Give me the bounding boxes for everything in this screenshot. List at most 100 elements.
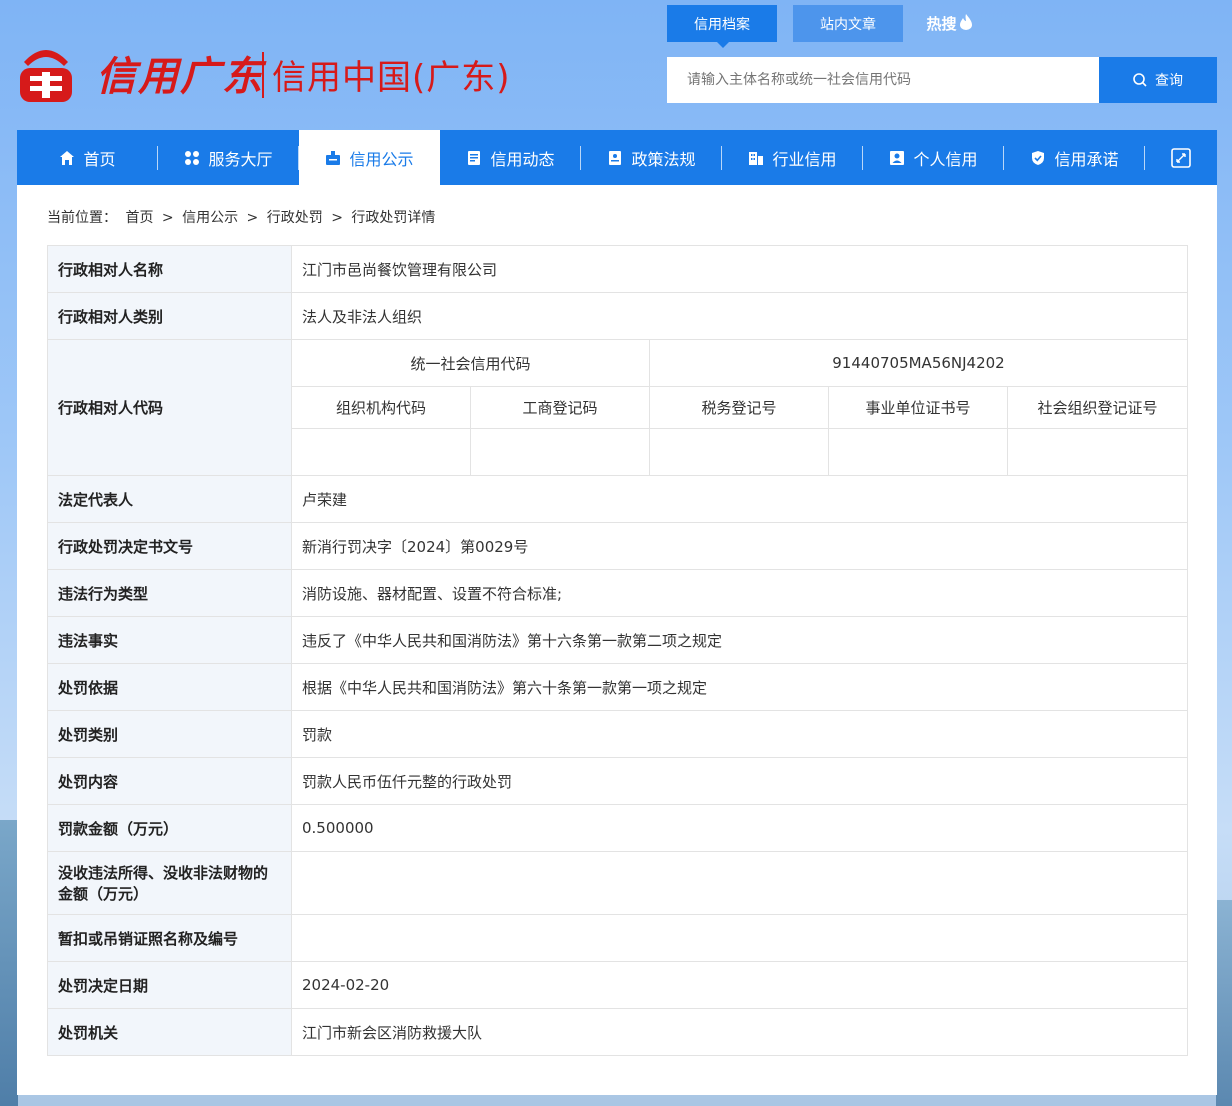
tab-hot-search[interactable]: 热搜 (919, 5, 979, 42)
nav-item-label: 信用公示 (349, 149, 414, 169)
shield-icon (1032, 150, 1045, 165)
breadcrumb-current: 行政处罚详情 (351, 210, 436, 226)
fullscreen-button[interactable] (1145, 130, 1217, 185)
subject-type-value: 法人及非法人组织 (291, 292, 1188, 340)
row-label: 违法事实 (47, 616, 292, 664)
table-row: 违法事实 违反了《中华人民共和国消防法》第十六条第一款第二项之规定 (47, 616, 1188, 664)
nav-item-label: 信用承诺 (1054, 149, 1119, 169)
code-value (470, 428, 650, 476)
search-button[interactable]: 查询 (1099, 57, 1217, 103)
code-value (649, 428, 829, 476)
home-icon (60, 150, 75, 165)
top-tabs: 信用档案 站内文章 热搜 (667, 5, 979, 48)
row-value: 2024-02-20 (291, 961, 1188, 1009)
table-row: 行政处罚决定书文号 新消行罚决字〔2024〕第0029号 (47, 522, 1188, 570)
breadcrumb-link-publicity[interactable]: 信用公示 (182, 210, 238, 226)
search-bar: 查询 (667, 57, 1217, 103)
detail-panel: 当前位置： 首页 > 信用公示 > 行政处罚 > 行政处罚详情 行政相对人名称 … (17, 185, 1217, 1095)
table-row: 暂扣或吊销证照名称及编号 (47, 914, 1188, 962)
row-label: 处罚依据 (47, 663, 292, 711)
row-label: 行政相对人类别 (47, 292, 292, 340)
code-header: 组织机构代码 (291, 386, 471, 429)
tab-site-articles[interactable]: 站内文章 (793, 5, 903, 42)
table-row: 没收违法所得、没收非法财物的金额（万元） (47, 851, 1188, 915)
row-label: 处罚类别 (47, 710, 292, 758)
brand-script-title: 信用广东 (96, 53, 264, 100)
nav-item-credit-news[interactable]: 信用动态 (440, 130, 581, 185)
nav-item-policy[interactable]: 政策法规 (581, 130, 722, 185)
nav-item-label: 信用动态 (490, 149, 555, 169)
code-value (828, 428, 1008, 476)
nav-item-label: 行业信用 (772, 149, 837, 169)
row-value: 江门市新会区消防救援大队 (291, 1008, 1188, 1056)
nav-item-service-hall[interactable]: 服务大厅 (158, 130, 299, 185)
row-value (291, 914, 1188, 962)
table-row: 处罚内容 罚款人民币伍仟元整的行政处罚 (47, 757, 1188, 805)
nav-item-credit-publicity[interactable]: 信用公示 (299, 130, 440, 185)
table-row: 处罚机关 江门市新会区消防救援大队 (47, 1008, 1188, 1056)
nav-item-industry-credit[interactable]: 行业信用 (722, 130, 863, 185)
search-icon (1133, 73, 1147, 87)
row-value: 罚款人民币伍仟元整的行政处罚 (291, 757, 1188, 805)
table-row: 法定代表人 卢荣建 (47, 475, 1188, 523)
uscc-header: 统一社会信用代码 (291, 339, 650, 387)
breadcrumb-prefix: 当前位置： (47, 210, 117, 226)
table-row: 罚款金额（万元） 0.500000 (47, 804, 1188, 852)
code-value (1007, 428, 1188, 476)
background-skyline-left (0, 820, 18, 1106)
row-value: 新消行罚决字〔2024〕第0029号 (291, 522, 1188, 570)
site-logo-icon[interactable] (16, 36, 76, 106)
breadcrumb-link-home[interactable]: 首页 (125, 210, 153, 226)
row-value: 消防设施、器材配置、设置不符合标准; (291, 569, 1188, 617)
row-value: 0.500000 (291, 804, 1188, 852)
tab-credit-archive[interactable]: 信用档案 (667, 5, 777, 48)
row-label: 法定代表人 (47, 475, 292, 523)
nav-item-label: 政策法规 (631, 149, 696, 169)
code-header: 工商登记码 (470, 386, 650, 429)
grid-icon (185, 150, 200, 165)
table-row: 处罚决定日期 2024-02-20 (47, 961, 1188, 1009)
news-icon (468, 150, 481, 165)
subject-name-value: 江门市邑尚餐饮管理有限公司 (291, 245, 1188, 293)
row-label: 行政处罚决定书文号 (47, 522, 292, 570)
search-input[interactable] (667, 57, 1099, 103)
document-icon (609, 150, 622, 165)
breadcrumb-link-penalty[interactable]: 行政处罚 (267, 210, 323, 226)
code-header: 税务登记号 (649, 386, 829, 429)
brand-divider (262, 52, 264, 98)
row-value (291, 851, 1188, 915)
penalty-detail-table: 行政相对人名称 江门市邑尚餐饮管理有限公司 行政相对人类别 法人及非法人组织 行… (47, 245, 1188, 1056)
building-icon (749, 151, 764, 165)
row-label: 处罚决定日期 (47, 961, 292, 1009)
table-row: 行政相对人名称 江门市邑尚餐饮管理有限公司 (47, 245, 1188, 293)
row-label: 处罚机关 (47, 1008, 292, 1056)
breadcrumb-sep: > (161, 210, 174, 226)
row-label: 罚款金额（万元） (47, 804, 292, 852)
row-label: 违法行为类型 (47, 569, 292, 617)
background-skyline-right (1216, 900, 1232, 1106)
table-row: 处罚类别 罚款 (47, 710, 1188, 758)
row-label: 没收违法所得、没收非法财物的金额（万元） (47, 851, 292, 915)
row-label: 处罚内容 (47, 757, 292, 805)
row-value: 违反了《中华人民共和国消防法》第十六条第一款第二项之规定 (291, 616, 1188, 664)
search-button-label: 查询 (1155, 73, 1183, 89)
bulletin-icon (326, 150, 341, 165)
row-value: 卢荣建 (291, 475, 1188, 523)
breadcrumb-sep: > (331, 210, 343, 226)
row-label: 暂扣或吊销证照名称及编号 (47, 914, 292, 962)
nav-item-credit-commitment[interactable]: 信用承诺 (1004, 130, 1145, 185)
nav-item-home[interactable]: 首页 (17, 130, 158, 185)
code-header: 事业单位证书号 (828, 386, 1008, 429)
row-value: 罚款 (291, 710, 1188, 758)
row-label: 行政相对人名称 (47, 245, 292, 293)
table-row: 行政相对人类别 法人及非法人组织 (47, 292, 1188, 340)
nav-item-personal-credit[interactable]: 个人信用 (863, 130, 1004, 185)
table-row: 违法行为类型 消防设施、器材配置、设置不符合标准; (47, 569, 1188, 617)
code-value (291, 428, 471, 476)
row-value: 根据《中华人民共和国消防法》第六十条第一款第一项之规定 (291, 663, 1188, 711)
nav-item-label: 首页 (83, 149, 116, 169)
brand-main-title: 信用中国(广东) (272, 58, 511, 98)
nav-item-label: 服务大厅 (208, 149, 273, 169)
row-label: 行政相对人代码 (47, 339, 292, 476)
breadcrumb: 当前位置： 首页 > 信用公示 > 行政处罚 > 行政处罚详情 (47, 207, 439, 227)
